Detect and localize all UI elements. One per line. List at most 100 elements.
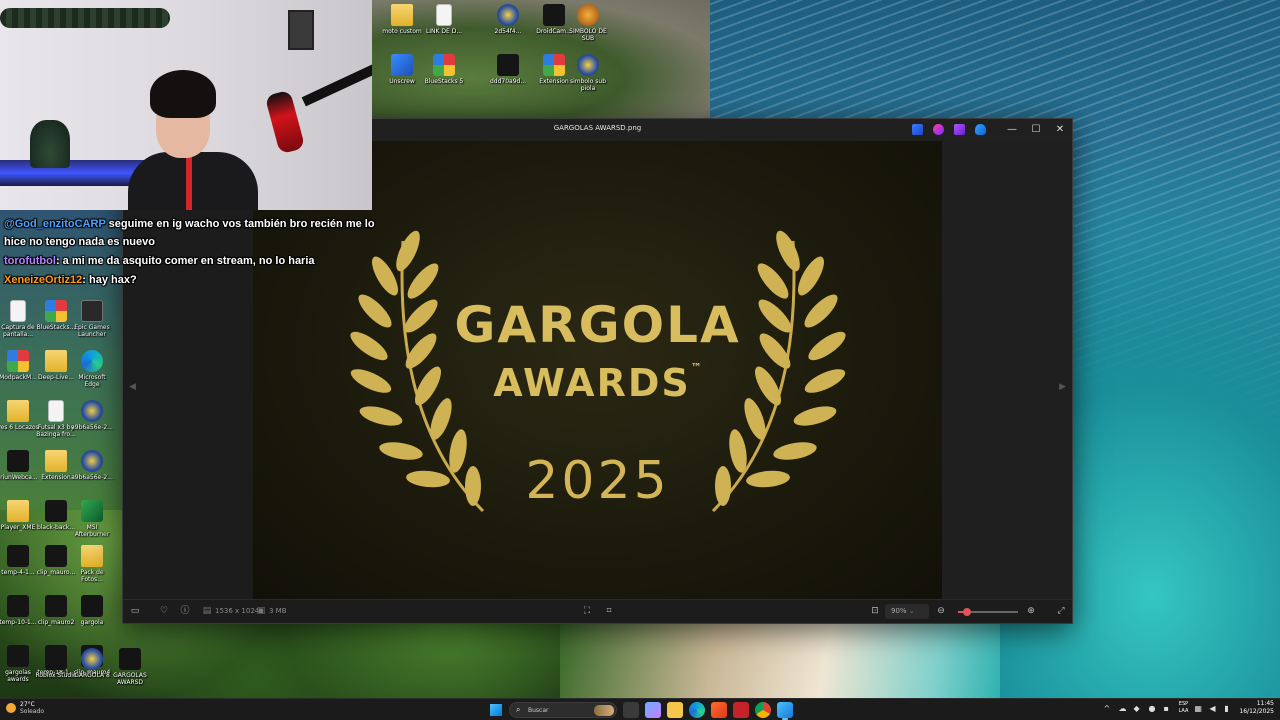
favorite-heart-icon[interactable]: ♡ [158,605,170,617]
designer-icon[interactable] [954,124,965,135]
desktop-icon[interactable]: ddd70a9d... [486,54,530,85]
chat-username[interactable]: @God_enzitoCARP [4,218,106,230]
fullscreen-icon[interactable]: ⤢ [1055,605,1067,617]
recorder-icon[interactable] [733,702,749,718]
info-icon[interactable]: ⓘ [179,605,191,617]
desktop-icon[interactable]: a9b6a56e-2... [70,400,114,431]
dark-icon [7,595,29,617]
zoom-out-icon[interactable]: ⊖ [935,605,947,617]
task-view-icon[interactable] [623,702,639,718]
desktop-icon[interactable]: LINK DE D... [422,4,466,35]
desktop-icon[interactable]: BlueStacks 5 [422,54,466,85]
streamer [128,70,258,210]
desktop-icon[interactable]: Epic Games Launcher [70,300,114,338]
folder-icon [45,350,67,372]
weather-condition: Soleado [20,708,44,715]
edge-icon[interactable] [689,702,705,718]
close-button[interactable]: ✕ [1048,119,1072,141]
battery-icon[interactable]: ▮ [1224,704,1233,713]
doc-icon [10,300,26,322]
desktop-icon-label: simbolo sub piola [569,78,607,92]
cloud-icon[interactable]: ☁ [1119,704,1128,713]
streamer-lanyard [186,154,192,210]
desktop-icon-label: Microsoft Edge [78,374,106,388]
zoom-slider[interactable] [958,608,1018,616]
microphone-icon [264,89,306,155]
volume-icon[interactable]: ◀ [1209,704,1218,713]
folder-icon [45,450,67,472]
desktop-icon[interactable]: MSI Afterburner [70,500,114,538]
desktop-icon[interactable]: gargola [70,595,114,626]
previous-image-icon[interactable]: ◀ [129,381,136,392]
desktop-icon[interactable]: simbolo sub piola [566,54,610,92]
image-canvas[interactable]: GARGOLA AWARDS™ 2025 [253,141,942,601]
webcam-wall-frame [288,10,314,50]
weather-temperature: 27°C [20,701,35,708]
photos-icon[interactable] [777,702,793,720]
next-image-icon[interactable]: ▶ [1059,381,1066,392]
file-explorer-icon[interactable] [667,702,683,718]
microphone-tray-icon[interactable]: ● [1149,704,1158,713]
webcam-decor-garland [0,8,170,28]
fit-to-window-icon[interactable]: ⊡ [869,605,881,617]
weather-widget[interactable]: 27°C Soleado [6,701,44,715]
start-button[interactable] [490,704,502,716]
edge-icon [81,350,103,372]
dark-icon [45,500,67,522]
desktop-icon[interactable]: Unscrew [380,54,424,85]
round-icon [81,648,103,670]
copilot-icon[interactable] [645,702,661,718]
taskbar: 27°C Soleado ⌕ Buscar ^ ☁ ◆ ● ▪ ESP LAA … [0,698,1280,720]
desktop-icon[interactable]: 2d54f4... [486,4,530,35]
zoom-slider-thumb[interactable] [963,608,971,616]
dark-icon [497,54,519,76]
crop-icon[interactable]: ⛶ [581,605,593,617]
visual-search-icon[interactable]: ⌗ [603,605,615,617]
taskbar-search[interactable]: ⌕ Buscar [509,702,617,718]
dark-icon [45,595,67,617]
award-year: 2025 [525,451,670,511]
app-tray-icon[interactable]: ▪ [1164,704,1173,713]
left-pane: ◀ [123,141,253,601]
chat-username[interactable]: torofutbol [4,255,56,267]
chevron-up-icon[interactable]: ^ [1104,704,1113,713]
dark-icon [119,648,141,670]
streamer-body [128,152,258,210]
desktop-icon[interactable]: SIMBOLO DE SUB [566,4,610,42]
clock[interactable]: 11:45 16/12/2025 [1239,700,1274,716]
clock-time: 11:45 [1256,700,1274,707]
desktop-icon[interactable]: a9b6a56e-2... [70,450,114,481]
brave-icon[interactable] [711,702,727,718]
desktop-icon[interactable]: Pack de Fotos... [70,545,114,583]
edit-icon[interactable] [912,124,923,135]
shield-icon[interactable]: ◆ [1134,704,1143,713]
multi-icon [45,300,67,322]
desktop-icon[interactable]: Microsoft Edge [70,350,114,388]
chat-username[interactable]: XeneizeOrtiz12 [4,274,82,286]
folder-icon [391,4,413,26]
desktop-icon-label: a9b6a56e-2... [71,424,113,431]
dark-icon [543,4,565,26]
maximize-button[interactable]: ☐ [1024,119,1048,141]
keyboard-layout: LAA [1178,708,1189,714]
wallpaper-beach [560,620,1000,700]
minimize-button[interactable]: — [1000,119,1024,141]
multi-icon [7,350,29,372]
filmstrip-icon[interactable]: ▭ [129,605,141,617]
sun-icon [6,703,16,713]
input-language[interactable]: ESP LAA [1179,701,1189,715]
zoom-level-select[interactable]: 90% ⌄ [885,604,929,619]
clipchamp-icon[interactable] [933,124,944,135]
dark-icon [7,450,29,472]
onedrive-icon[interactable] [975,124,986,135]
zoom-in-icon[interactable]: ⊕ [1025,605,1037,617]
network-icon[interactable]: ▦ [1194,704,1203,713]
zoom-level-value: 90% [891,607,907,615]
desktop-icon[interactable]: moto custom [380,4,424,35]
chat-message: torofutbol: a mi me da asquito comer en … [0,252,380,270]
search-placeholder: Buscar [528,707,549,714]
desktop-icon[interactable]: GARGOLAS AWARSD [108,648,152,686]
titlebar-app-icons [912,124,986,135]
chrome-icon[interactable] [755,702,771,718]
dark-icon [45,648,67,670]
